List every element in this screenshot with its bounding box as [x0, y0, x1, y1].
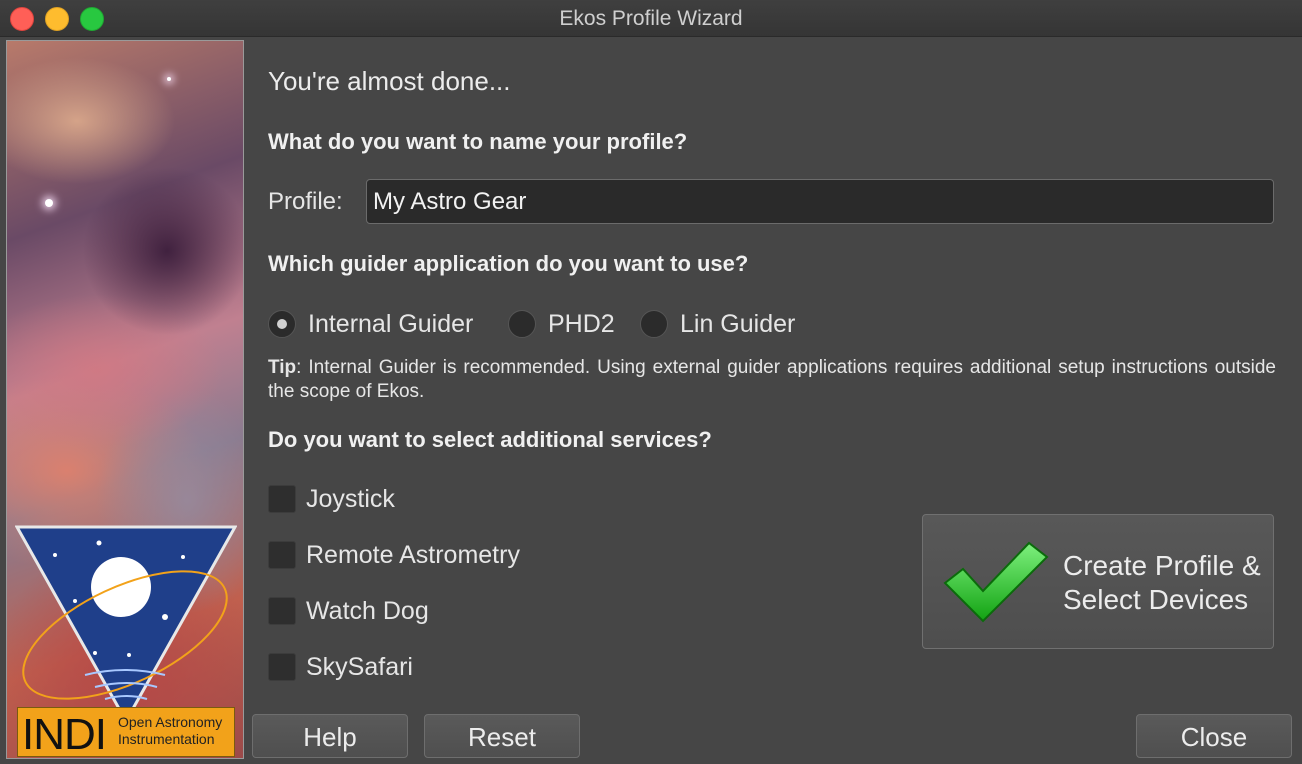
radio-button[interactable] [508, 310, 536, 338]
wizard-window: Ekos Profile Wizard INDI Open Astronomy … [0, 0, 1302, 764]
page-heading: You're almost done... [268, 66, 511, 96]
name-question: What do you want to name your profile? [268, 129, 688, 154]
service-watch-dog[interactable]: Watch Dog [268, 596, 429, 626]
radio-lin-guider[interactable]: Lin Guider [640, 308, 795, 340]
create-profile-label: Create Profile & Select Devices [1063, 550, 1261, 615]
checkbox[interactable] [268, 597, 296, 625]
create-profile-button[interactable]: Create Profile & Select Devices [922, 514, 1274, 649]
service-joystick[interactable]: Joystick [268, 484, 395, 514]
checkbox-label: SkySafari [306, 652, 413, 681]
profile-label: Profile: [268, 188, 343, 215]
guider-question: Which guider application do you want to … [268, 251, 749, 276]
indi-logo-banner: INDI Open Astronomy Instrumentation [17, 707, 235, 759]
service-remote-astrometry[interactable]: Remote Astrometry [268, 540, 520, 570]
radio-label: Internal Guider [308, 309, 474, 338]
radio-label: Lin Guider [680, 309, 796, 338]
checkbox[interactable] [268, 653, 296, 681]
close-button[interactable]: Close [1136, 714, 1292, 758]
reset-button[interactable]: Reset [424, 714, 580, 758]
radio-internal-guider[interactable]: Internal Guider [268, 308, 473, 340]
help-button[interactable]: Help [252, 714, 408, 758]
green-checkmark-icon [943, 541, 1049, 623]
tip-text: Tip: Internal Guider is recommended. Usi… [268, 357, 1276, 402]
radio-label: PHD2 [548, 309, 615, 338]
radio-phd2[interactable]: PHD2 [508, 308, 615, 340]
indi-logo-text: INDI [22, 710, 107, 759]
checkbox[interactable] [268, 485, 296, 513]
checkbox-label: Remote Astrometry [306, 540, 520, 569]
indi-logo-icon [15, 525, 237, 725]
profile-name-input[interactable] [366, 179, 1274, 224]
services-question: Do you want to select additional service… [268, 427, 712, 452]
title-bar: Ekos Profile Wizard [0, 0, 1302, 37]
star-icon [167, 77, 171, 81]
radio-button[interactable] [268, 310, 296, 338]
checkbox[interactable] [268, 541, 296, 569]
star-icon [45, 199, 53, 207]
checkbox-label: Watch Dog [306, 596, 429, 625]
radio-button[interactable] [640, 310, 668, 338]
window-title: Ekos Profile Wizard [559, 7, 743, 30]
service-skysafari[interactable]: SkySafari [268, 652, 413, 682]
checkbox-label: Joystick [306, 484, 395, 513]
sidebar-nebula-image: INDI Open Astronomy Instrumentation [6, 40, 244, 759]
indi-logo-subtext: Open Astronomy Instrumentation [118, 714, 223, 747]
